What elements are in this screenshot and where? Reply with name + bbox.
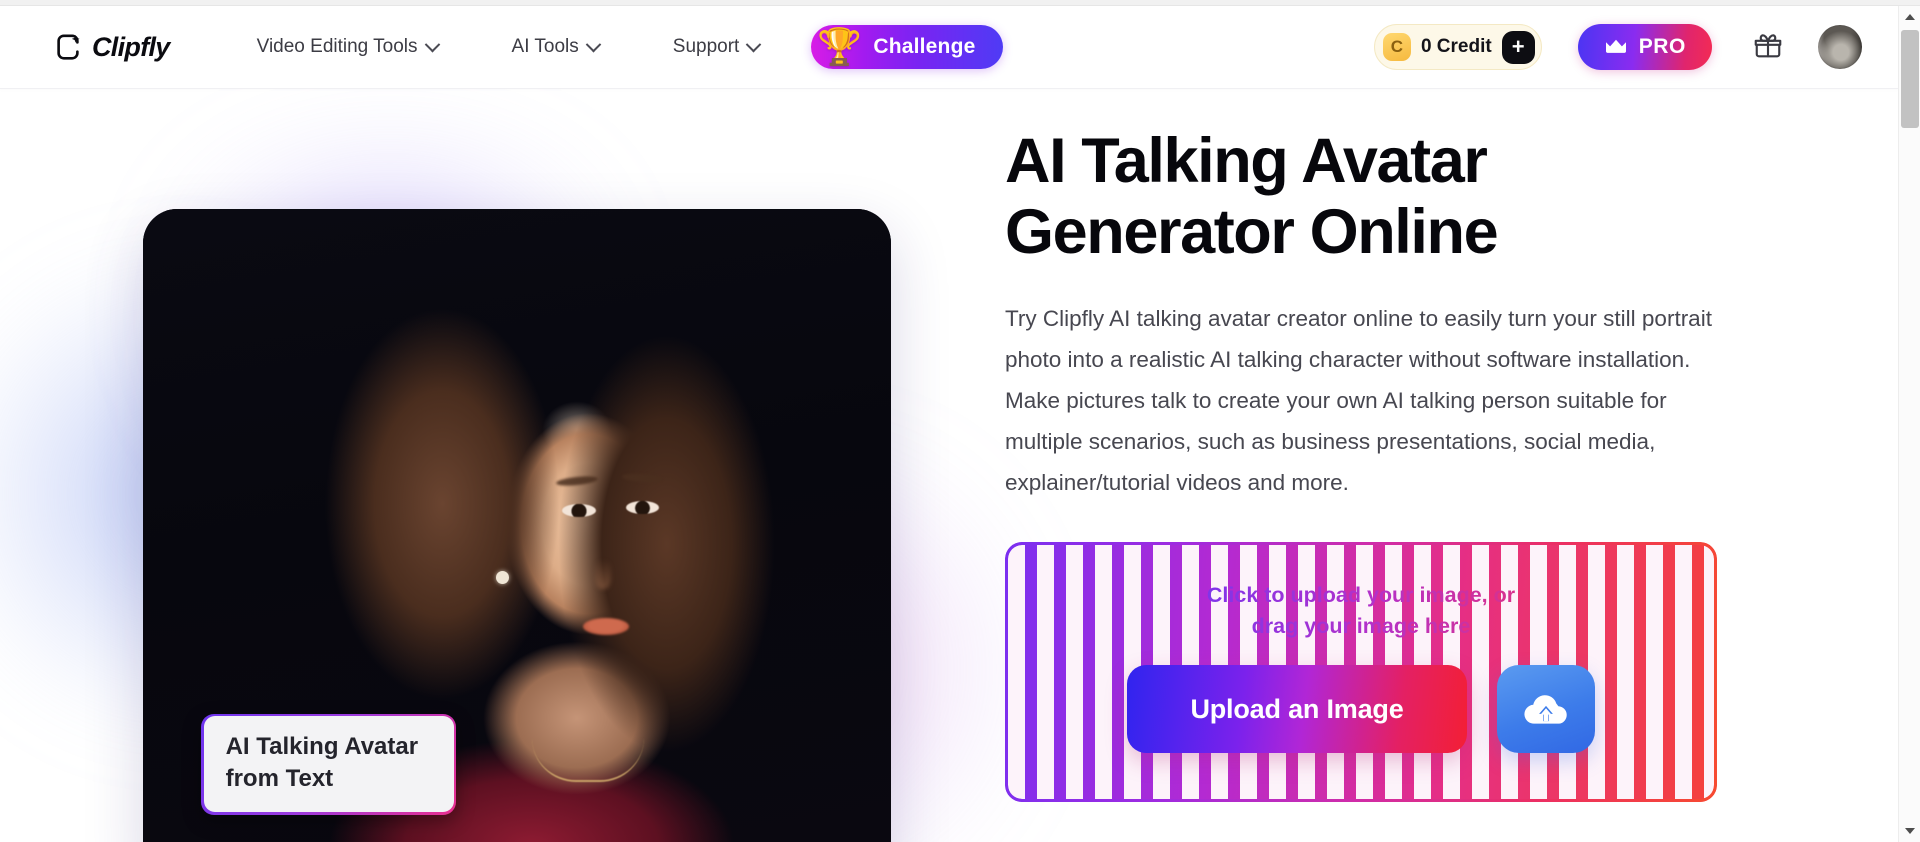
demo-video-card[interactable]: AI Talking Avatar from Text (143, 209, 891, 842)
portrait-detail (531, 738, 644, 783)
credit-coin-icon: C (1382, 33, 1411, 61)
site-header: Clipfly Video Editing Tools AI Tools Sup… (0, 6, 1898, 89)
page-title-line2: Generator Online (1005, 197, 1499, 268)
upload-an-image-button[interactable]: Upload an Image (1127, 665, 1467, 754)
nav-item-support[interactable]: Support (672, 28, 762, 66)
page-title-line1: AI Talking Avatar (1005, 126, 1488, 196)
video-label-inner: AI Talking Avatar from Text (203, 716, 454, 813)
triangle-down-icon (1905, 828, 1915, 834)
header-right-cluster: C 0 Credit + PRO (1373, 24, 1862, 70)
challenge-button[interactable]: 🏆 Challenge (811, 24, 1004, 70)
chevron-down-icon (746, 36, 762, 52)
hero-content-column: AI Talking Avatar Generator Online Try C… (1005, 126, 1735, 803)
add-credit-button[interactable]: + (1501, 30, 1535, 64)
pro-label: PRO (1638, 35, 1686, 58)
portrait-detail (621, 472, 662, 484)
portrait-detail (626, 501, 660, 515)
portrait-detail (594, 558, 611, 589)
chevron-down-icon (585, 36, 602, 52)
portrait-detail (496, 570, 510, 584)
dropzone-hint-line1: Click to upload your image, or (1206, 583, 1516, 608)
video-label-badge[interactable]: AI Talking Avatar from Text (201, 713, 457, 815)
user-avatar[interactable] (1818, 25, 1862, 69)
hero-description: Try Clipfly AI talking avatar creator on… (1005, 306, 1712, 496)
portrait-detail (561, 503, 596, 517)
dropzone-hint-text: Click to upload your image, or drag your… (1005, 580, 1717, 642)
nav-item-label: Support (672, 36, 740, 57)
page-title: AI Talking Avatar Generator Online (1005, 126, 1735, 268)
logo-text: Clipfly (92, 31, 170, 62)
clipfly-logo-icon (53, 32, 83, 62)
scroll-up-arrow[interactable] (1899, 6, 1920, 28)
scrollbar-thumb[interactable] (1901, 30, 1919, 128)
page-root: Clipfly Video Editing Tools AI Tools Sup… (0, 0, 1920, 842)
cloud-upload-icon (1524, 689, 1568, 729)
nav-item-video-editing-tools[interactable]: Video Editing Tools (256, 28, 440, 66)
hero-section: AI Talking Avatar from Text AI Talking A… (0, 89, 1898, 842)
pro-upgrade-button[interactable]: PRO (1577, 24, 1712, 70)
image-upload-dropzone[interactable]: Click to upload your image, or drag your… (1005, 542, 1717, 803)
portrait-detail (555, 474, 599, 488)
nav-item-label: AI Tools (511, 36, 579, 57)
gift-button[interactable] (1750, 29, 1786, 65)
logo[interactable]: Clipfly (53, 32, 170, 63)
cloud-upload-button[interactable] (1497, 665, 1595, 754)
portrait-detail (582, 617, 629, 635)
nav-item-ai-tools[interactable]: AI Tools (511, 28, 602, 66)
chevron-down-icon (424, 36, 440, 52)
trophy-icon: 🏆 (817, 26, 863, 67)
dropzone-hint-line2: drag your image here (1251, 614, 1471, 639)
challenge-label: Challenge (873, 35, 976, 58)
page-scrollbar[interactable] (1898, 6, 1920, 842)
video-label-line1: AI Talking Avatar (225, 733, 419, 761)
nav-item-label: Video Editing Tools (256, 36, 418, 57)
video-label-line2: from Text (225, 765, 334, 793)
triangle-up-icon (1905, 14, 1915, 20)
credit-label: 0 Credit (1420, 36, 1492, 57)
main-nav: Video Editing Tools AI Tools Support (256, 28, 762, 66)
credit-balance-button[interactable]: C 0 Credit + (1373, 24, 1542, 70)
scroll-down-arrow[interactable] (1899, 820, 1920, 842)
dropzone-actions: Upload an Image (1005, 665, 1717, 754)
gift-icon (1753, 30, 1783, 65)
crown-icon (1604, 38, 1628, 56)
